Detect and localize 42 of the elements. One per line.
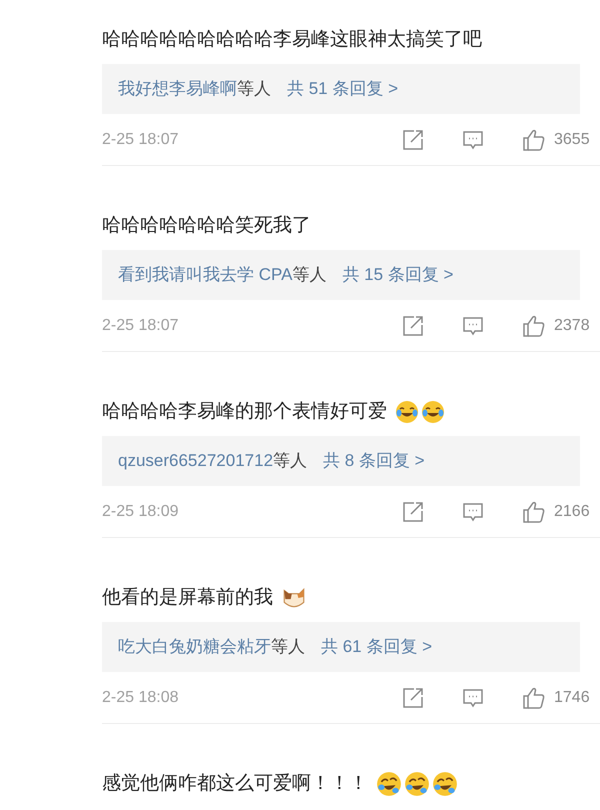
thumbs-up-icon[interactable] <box>522 314 546 338</box>
thumbs-up-icon[interactable] <box>522 686 546 710</box>
others-label: 等人 <box>273 450 308 472</box>
share-icon[interactable] <box>402 500 424 522</box>
like-count: 1746 <box>554 688 591 708</box>
comment-icon[interactable] <box>462 314 484 336</box>
comment-time: 2-25 18:07 <box>102 130 179 150</box>
comment-icon[interactable] <box>462 500 484 522</box>
crying-laughing-emoji-icon <box>432 771 458 797</box>
like-count: 2378 <box>554 316 591 336</box>
reply-count-link[interactable]: 共 61 条回复 > <box>321 634 432 660</box>
reply-count-link[interactable]: 共 15 条回复 > <box>342 262 454 288</box>
comment-icon[interactable] <box>462 128 484 150</box>
comment-text: 哈哈哈哈李易峰的那个表情好可爱 <box>102 400 387 424</box>
comment-icon[interactable] <box>462 686 484 708</box>
crying-laughing-emoji-icon <box>404 771 430 797</box>
crying-laughing-emoji-icon <box>376 771 402 797</box>
comment-time: 2-25 18:08 <box>102 688 179 708</box>
like-count: 2166 <box>554 502 591 522</box>
others-label: 等人 <box>292 264 326 286</box>
comment-text: 哈哈哈哈哈哈哈笑死我了 <box>102 214 311 238</box>
laughing-tears-emoji-icon <box>395 400 419 424</box>
like-count: 3655 <box>554 130 591 150</box>
replier-name-link[interactable]: 看到我请叫我去学 CPA <box>118 262 292 288</box>
comment-time: 2-25 18:09 <box>102 502 179 522</box>
comment-text: 感觉他俩咋都这么可爱啊！！！ <box>102 772 368 796</box>
reply-count-link[interactable]: 共 8 条回复 > <box>323 448 425 474</box>
share-icon[interactable] <box>402 128 424 150</box>
others-label: 等人 <box>237 78 271 100</box>
replier-name-link[interactable]: qzuser66527201712 <box>118 448 274 474</box>
replier-name-link[interactable]: 吃大白兔奶糖会粘牙 <box>118 634 271 660</box>
replier-name-link[interactable]: 我好想李易峰啊 <box>118 76 237 102</box>
comment-text: 他看的是屏幕前的我 <box>102 586 273 610</box>
thumbs-up-icon[interactable] <box>522 500 546 524</box>
others-label: 等人 <box>271 636 305 658</box>
thumbs-up-icon[interactable] <box>522 128 546 152</box>
laughing-tears-emoji-icon <box>421 400 445 424</box>
comment-text: 哈哈哈哈哈哈哈哈哈李易峰这眼神太搞笑了吧 <box>102 28 482 52</box>
comment-time: 2-25 18:07 <box>102 316 179 336</box>
reply-count-link[interactable]: 共 51 条回复 > <box>287 76 398 102</box>
share-icon[interactable] <box>402 314 424 336</box>
share-icon[interactable] <box>402 686 424 708</box>
